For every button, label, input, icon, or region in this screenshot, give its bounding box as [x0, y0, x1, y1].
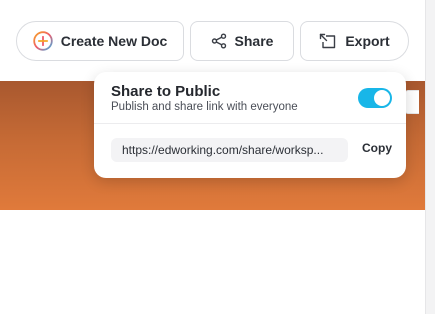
popover-header: Share to Public Publish and share link w…	[94, 72, 406, 124]
share-to-public-popover: Share to Public Publish and share link w…	[94, 72, 406, 178]
share-public-toggle[interactable]	[358, 88, 392, 108]
doc-toolbar: Create New Doc Share Export	[16, 21, 409, 61]
popover-title: Share to Public	[111, 83, 221, 100]
banner-side-tab[interactable]	[405, 90, 419, 114]
plus-circle-icon	[33, 31, 53, 51]
share-button[interactable]: Share	[190, 21, 294, 61]
create-new-doc-button[interactable]: Create New Doc	[16, 21, 184, 61]
share-label: Share	[234, 33, 274, 49]
copy-link-button[interactable]: Copy	[356, 138, 398, 158]
share-link-field[interactable]: https://edworking.com/share/worksp...	[111, 138, 348, 162]
popover-subtitle: Publish and share link with everyone	[111, 101, 298, 113]
export-button[interactable]: Export	[300, 21, 409, 61]
create-new-doc-label: Create New Doc	[60, 33, 168, 49]
export-label: Export	[345, 33, 390, 49]
scroll-gutter	[425, 0, 435, 314]
toggle-knob	[374, 90, 390, 106]
export-icon	[319, 33, 337, 49]
share-icon	[211, 33, 227, 49]
